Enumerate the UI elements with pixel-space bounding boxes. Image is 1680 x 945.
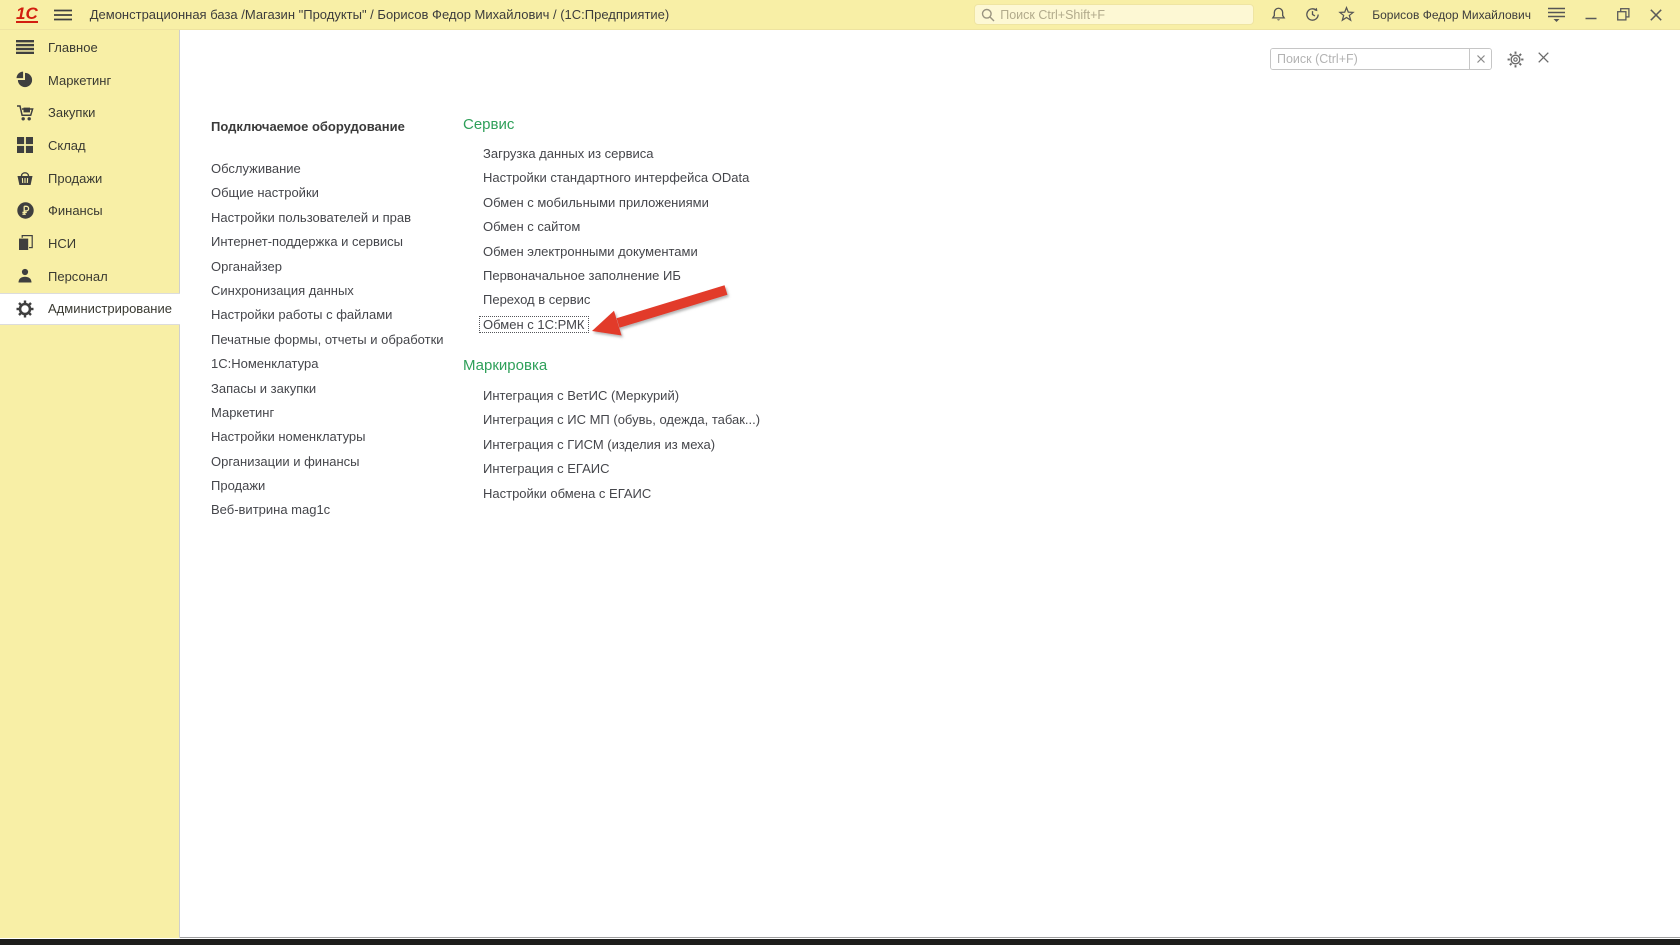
service-link[interactable]: Загрузка данных из сервиса bbox=[483, 142, 749, 166]
sidebar-item-label: Администрирование bbox=[48, 301, 172, 317]
settings-link[interactable]: Организации и финансы bbox=[211, 450, 444, 474]
window-title: Демонстрационная база /Магазин "Продукты… bbox=[89, 7, 670, 22]
pie-chart-icon bbox=[15, 71, 35, 89]
close-window-icon[interactable] bbox=[1650, 8, 1662, 21]
restore-icon[interactable] bbox=[1617, 8, 1630, 21]
sidebar-item-label: НСИ bbox=[48, 235, 77, 251]
settings-link[interactable]: 1С:Номенклатура bbox=[211, 352, 444, 376]
service-link-obmen-1c-rmk[interactable]: Обмен с 1С:РМК bbox=[479, 313, 749, 337]
sidebar-item-main[interactable]: Главное bbox=[0, 31, 179, 64]
settings-link[interactable]: Маркетинг bbox=[211, 401, 444, 425]
sidebar-item-personnel[interactable]: Персонал bbox=[0, 260, 179, 293]
person-icon bbox=[15, 268, 35, 284]
clear-search-icon[interactable] bbox=[1469, 49, 1491, 69]
settings-link[interactable]: Настройки номенклатуры bbox=[211, 425, 444, 449]
basket-icon bbox=[15, 170, 35, 186]
section-header-marking: Маркировка bbox=[463, 357, 548, 374]
sidebar-item-marketing[interactable]: Маркетинг bbox=[0, 64, 179, 97]
global-search-input[interactable] bbox=[1000, 7, 1248, 22]
settings-link[interactable]: Продажи bbox=[211, 474, 444, 498]
1c-logo: 1С bbox=[16, 4, 38, 23]
sidebar-item-label: Финансы bbox=[48, 203, 103, 219]
settings-link[interactable]: Печатные формы, отчеты и обработки bbox=[211, 328, 444, 352]
sidebar-item-label: Маркетинг bbox=[48, 72, 112, 88]
sidebar-item-sales[interactable]: Продажи bbox=[0, 162, 179, 195]
sidebar-item-finance[interactable]: Финансы bbox=[0, 194, 179, 227]
minimize-icon[interactable] bbox=[1585, 9, 1597, 21]
settings-link[interactable]: Синхронизация данных bbox=[211, 279, 444, 303]
sections-sidebar: Главное Маркетинг Закупки Склад Продажи … bbox=[0, 30, 181, 938]
marking-link[interactable]: Интеграция с ГИСМ (изделия из меха) bbox=[483, 433, 760, 457]
panel-close-icon[interactable] bbox=[1538, 52, 1549, 63]
settings-link[interactable]: Веб-витрина mag1c bbox=[211, 498, 444, 522]
sidebar-item-nsi[interactable]: НСИ bbox=[0, 227, 179, 260]
notifications-bell-icon[interactable] bbox=[1270, 6, 1287, 23]
marking-links-list: Интеграция с ВетИС (Меркурий) Интеграция… bbox=[483, 384, 760, 506]
marking-link[interactable]: Интеграция с ИС МП (обувь, одежда, табак… bbox=[483, 408, 760, 432]
global-search-box[interactable] bbox=[974, 4, 1255, 25]
marking-link[interactable]: Настройки обмена с ЕГАИС bbox=[483, 482, 760, 506]
settings-link[interactable]: Интернет-поддержка и сервисы bbox=[211, 230, 444, 254]
service-link[interactable]: Переход в сервис bbox=[483, 288, 749, 312]
settings-link[interactable]: Общие настройки bbox=[211, 181, 444, 205]
settings-link[interactable]: Запасы и закупки bbox=[211, 377, 444, 401]
sidebar-item-label: Продажи bbox=[48, 170, 103, 186]
panel-search-box[interactable] bbox=[1270, 48, 1492, 70]
service-link[interactable]: Обмен с мобильными приложениями bbox=[483, 191, 749, 215]
panel-settings-gear-icon[interactable] bbox=[1507, 51, 1524, 68]
screen-bottom-strip bbox=[0, 939, 1680, 945]
sidebar-item-warehouse[interactable]: Склад bbox=[0, 129, 179, 162]
marking-link[interactable]: Интеграция с ВетИС (Меркурий) bbox=[483, 384, 760, 408]
window-titlebar: 1С Демонстрационная база /Магазин "Проду… bbox=[0, 0, 1680, 30]
sidebar-item-label: Главное bbox=[48, 39, 98, 55]
reference-docs-icon bbox=[15, 235, 35, 252]
favorites-star-icon[interactable] bbox=[1338, 6, 1355, 23]
service-link[interactable]: Настройки стандартного интерфейса OData bbox=[483, 166, 749, 190]
service-link[interactable]: Обмен с сайтом bbox=[483, 215, 749, 239]
ruble-coin-icon bbox=[15, 202, 35, 219]
settings-link[interactable]: Органайзер bbox=[211, 255, 444, 279]
sidebar-item-administration[interactable]: Администрирование bbox=[0, 292, 181, 326]
service-link[interactable]: Обмен электронными документами bbox=[483, 240, 749, 264]
sidebar-item-purchases[interactable]: Закупки bbox=[0, 96, 179, 129]
search-icon bbox=[981, 8, 995, 22]
cart-icon bbox=[15, 104, 35, 121]
panel-search-input[interactable] bbox=[1271, 49, 1469, 69]
marking-link[interactable]: Интеграция с ЕГАИС bbox=[483, 457, 760, 481]
settings-link[interactable]: Обслуживание bbox=[211, 157, 444, 181]
settings-link[interactable]: Настройки работы с файлами bbox=[211, 303, 444, 327]
focused-link-label[interactable]: Обмен с 1С:РМК bbox=[479, 315, 589, 333]
link-connected-equipment[interactable]: Подключаемое оборудование bbox=[211, 119, 405, 134]
section-header-service: Сервис bbox=[463, 116, 515, 133]
service-links-list: Загрузка данных из сервиса Настройки ста… bbox=[479, 142, 749, 337]
user-menu-icon[interactable] bbox=[1548, 7, 1565, 22]
menu-lines-icon bbox=[15, 40, 35, 55]
current-user[interactable]: Борисов Федор Михайлович bbox=[1372, 8, 1531, 22]
grid-boxes-icon bbox=[15, 137, 35, 154]
history-clock-icon[interactable] bbox=[1304, 6, 1321, 23]
administration-panel: Подключаемое оборудование Обслуживание О… bbox=[180, 30, 1680, 938]
gear-icon bbox=[15, 300, 35, 318]
sidebar-item-label: Закупки bbox=[48, 105, 96, 121]
settings-link[interactable]: Настройки пользователей и прав bbox=[211, 206, 444, 230]
settings-sections-list: Обслуживание Общие настройки Настройки п… bbox=[211, 157, 444, 523]
main-menu-icon[interactable] bbox=[53, 9, 72, 21]
sidebar-item-label: Персонал bbox=[48, 268, 108, 284]
service-link[interactable]: Первоначальное заполнение ИБ bbox=[483, 264, 749, 288]
sidebar-item-label: Склад bbox=[48, 137, 86, 153]
